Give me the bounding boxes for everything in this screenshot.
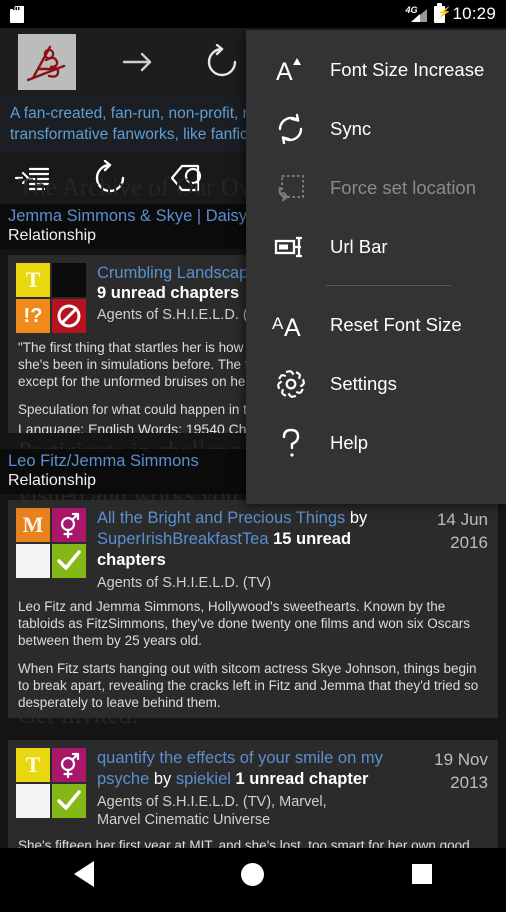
work-date: 19 Nov 2013 xyxy=(434,750,488,792)
work-card-header: M All the Bright and Precious Things by … xyxy=(8,500,498,592)
by-label: by xyxy=(149,770,176,788)
status-bar-left xyxy=(10,5,24,23)
sort-lines-icon[interactable] xyxy=(10,156,54,200)
gear-icon xyxy=(268,367,314,401)
summary-paragraph: When Fitz starts hanging out with sitcom… xyxy=(18,661,479,710)
menu-item-url-bar[interactable]: Url Bar xyxy=(246,217,506,276)
menu-item-label: Help xyxy=(330,431,369,453)
url-bar-icon xyxy=(268,234,314,260)
work-title[interactable]: All the Bright and Precious Things xyxy=(97,509,345,527)
work-card[interactable]: T quantify the effects of your smile on … xyxy=(8,740,498,860)
by-label: by xyxy=(345,509,368,527)
menu-item-sync[interactable]: Sync xyxy=(246,99,506,158)
font-size-increase-icon: A xyxy=(268,54,314,86)
question-mark-icon xyxy=(268,426,314,460)
rating-teen-icon: T xyxy=(16,263,50,297)
work-card[interactable]: M All the Bright and Precious Things by … xyxy=(8,500,498,718)
home-button[interactable] xyxy=(218,848,288,900)
signal-4g-icon: 4G xyxy=(405,5,428,22)
work-card-header: T quantify the effects of your smile on … xyxy=(8,740,498,829)
rating-mature-icon: M xyxy=(16,508,50,542)
home-icon xyxy=(241,862,265,886)
work-title-line[interactable]: All the Bright and Precious Things by Su… xyxy=(97,508,402,571)
recents-icon xyxy=(411,864,432,884)
battery-charging-icon: ⚡ xyxy=(434,3,450,23)
category-multi-icon xyxy=(52,263,86,297)
menu-item-label: Force set location xyxy=(330,176,477,198)
work-author[interactable]: spiekiel xyxy=(176,770,231,788)
menu-item-label: Sync xyxy=(330,117,372,139)
work-title-line[interactable]: quantify the effects of your smile on my… xyxy=(97,748,402,790)
work-title-block: All the Bright and Precious Things by Su… xyxy=(88,508,406,592)
tags-icon[interactable] xyxy=(166,156,210,200)
menu-item-font-size-increase[interactable]: A Font Size Increase xyxy=(246,40,506,99)
summary-paragraph: Leo Fitz and Jemma Simmons, Hollywood's … xyxy=(18,599,471,648)
work-fandom[interactable]: Agents of S.H.I.E.L.D. (TV) xyxy=(97,571,402,592)
category-fm-icon xyxy=(52,748,86,782)
menu-item-reset-font-size[interactable]: A A Reset Font Size xyxy=(246,295,506,354)
menu-item-label: Url Bar xyxy=(330,235,388,257)
work-summary: Leo Fitz and Jemma Simmons, Hollywood's … xyxy=(8,592,498,718)
work-author[interactable]: SuperIrishBreakfastTea xyxy=(97,530,269,548)
overflow-menu[interactable]: A Font Size Increase Sync Force set loca… xyxy=(246,30,506,504)
warnings-none-icon xyxy=(16,544,50,578)
work-icons: T xyxy=(16,748,88,829)
complete-work-icon xyxy=(52,544,86,578)
svg-text:A: A xyxy=(276,58,293,86)
menu-item-label: Font Size Increase xyxy=(330,58,485,80)
svg-text:A: A xyxy=(272,314,284,333)
menu-item-force-set-location: Force set location xyxy=(246,158,506,217)
sd-card-icon xyxy=(10,5,24,23)
menu-item-label: Settings xyxy=(330,372,397,394)
rating-teen-icon: T xyxy=(16,748,50,782)
forward-button[interactable] xyxy=(116,40,160,84)
status-bar: 4G ⚡ 10:29 xyxy=(0,0,506,28)
status-bar-clock: 10:29 xyxy=(452,4,496,23)
menu-item-help[interactable]: Help xyxy=(246,413,506,472)
network-type-label: 4G xyxy=(405,5,418,15)
work-icons: M xyxy=(16,508,88,592)
reset-font-size-icon: A A xyxy=(268,309,314,341)
reload-button[interactable] xyxy=(88,156,132,200)
category-fm-icon xyxy=(52,508,86,542)
work-fandom[interactable]: Agents of S.H.I.E.L.D. (TV), Marvel, Mar… xyxy=(97,790,402,829)
menu-divider xyxy=(326,285,451,286)
back-button[interactable] xyxy=(49,848,119,900)
warnings-choose-not-icon: !? xyxy=(16,299,50,333)
ao3-logo[interactable] xyxy=(18,34,76,90)
warnings-none-icon xyxy=(16,784,50,818)
menu-item-settings[interactable]: Settings xyxy=(246,354,506,413)
menu-item-label: Reset Font Size xyxy=(330,313,462,335)
sync-icon xyxy=(268,112,314,146)
back-icon xyxy=(74,861,95,887)
work-icons: T !? xyxy=(16,263,88,333)
refresh-button[interactable] xyxy=(200,40,244,84)
complete-work-icon xyxy=(52,784,86,818)
force-set-location-icon xyxy=(268,171,314,205)
work-date: 14 Jun 2016 xyxy=(436,510,488,552)
work-title-block: quantify the effects of your smile on my… xyxy=(88,748,406,829)
android-navigation-bar xyxy=(0,848,506,900)
recents-button[interactable] xyxy=(387,848,457,900)
unread-chapters: 1 unread chapter xyxy=(235,770,369,788)
status-bar-right: 4G ⚡ 10:29 xyxy=(405,3,496,24)
incomplete-work-icon xyxy=(52,299,86,333)
svg-text:A: A xyxy=(284,314,301,341)
